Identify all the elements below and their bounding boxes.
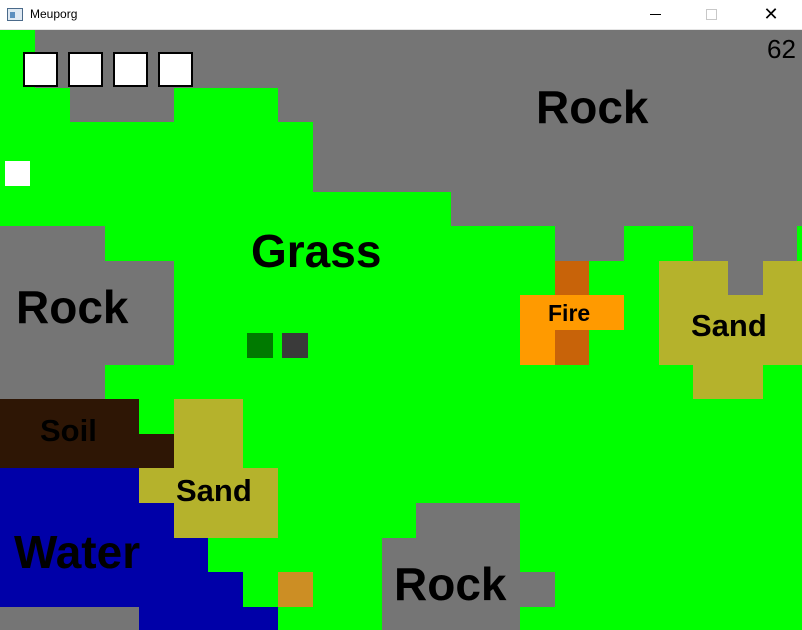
maximize-button[interactable] [688,0,734,29]
rock-tile [728,261,763,295]
fire-tile [555,330,589,365]
soil-label: Soil [40,413,97,448]
rock-tile [451,192,802,226]
minimize-button[interactable] [632,0,678,29]
inventory-slot[interactable] [113,52,148,87]
sand-tile [174,399,243,468]
fire-tile [555,261,589,295]
sand-tile [693,365,763,399]
sand-tile [659,261,728,295]
fire-label: Fire [548,300,591,326]
title-bar[interactable]: Meuporg ✕ [0,0,802,30]
gray-entity[interactable] [282,333,308,358]
fire-tile [520,330,555,365]
fps-counter: 62 [767,34,796,64]
rock-tile [35,30,802,88]
rock-tile [0,607,139,630]
window-title: Meuporg [30,7,78,21]
app-icon [7,8,23,21]
close-button[interactable]: ✕ [748,0,794,29]
rock-tile [520,572,555,607]
inventory-slot[interactable] [23,52,58,87]
player-character[interactable] [5,161,30,186]
water-tile [0,468,139,503]
inventory-slot[interactable] [68,52,103,87]
game-viewport[interactable]: Rock Grass Rock Fire Sand Soil Sand Wate… [0,30,802,630]
inventory-slot[interactable] [158,52,193,87]
water-label: Water [14,526,141,578]
rock-tile [0,365,105,399]
grass-label: Grass [251,225,382,277]
rock-tile [70,88,174,122]
sand-label: Sand [176,473,252,508]
rock-label: Rock [16,281,129,333]
rock-tile [693,226,797,261]
maximize-icon [705,9,717,21]
rock-label: Rock [536,81,649,133]
sand-label: Sand [691,308,767,343]
rock-tile [0,226,105,261]
green-entity[interactable] [247,333,273,358]
close-icon: ✕ [763,4,779,24]
water-tile [139,607,278,630]
minimize-icon [649,14,661,16]
rock-tile [555,226,624,261]
rock-label: Rock [394,558,507,610]
rock-tile [416,503,520,538]
item-pickup[interactable] [278,572,313,607]
sand-tile [763,261,802,295]
